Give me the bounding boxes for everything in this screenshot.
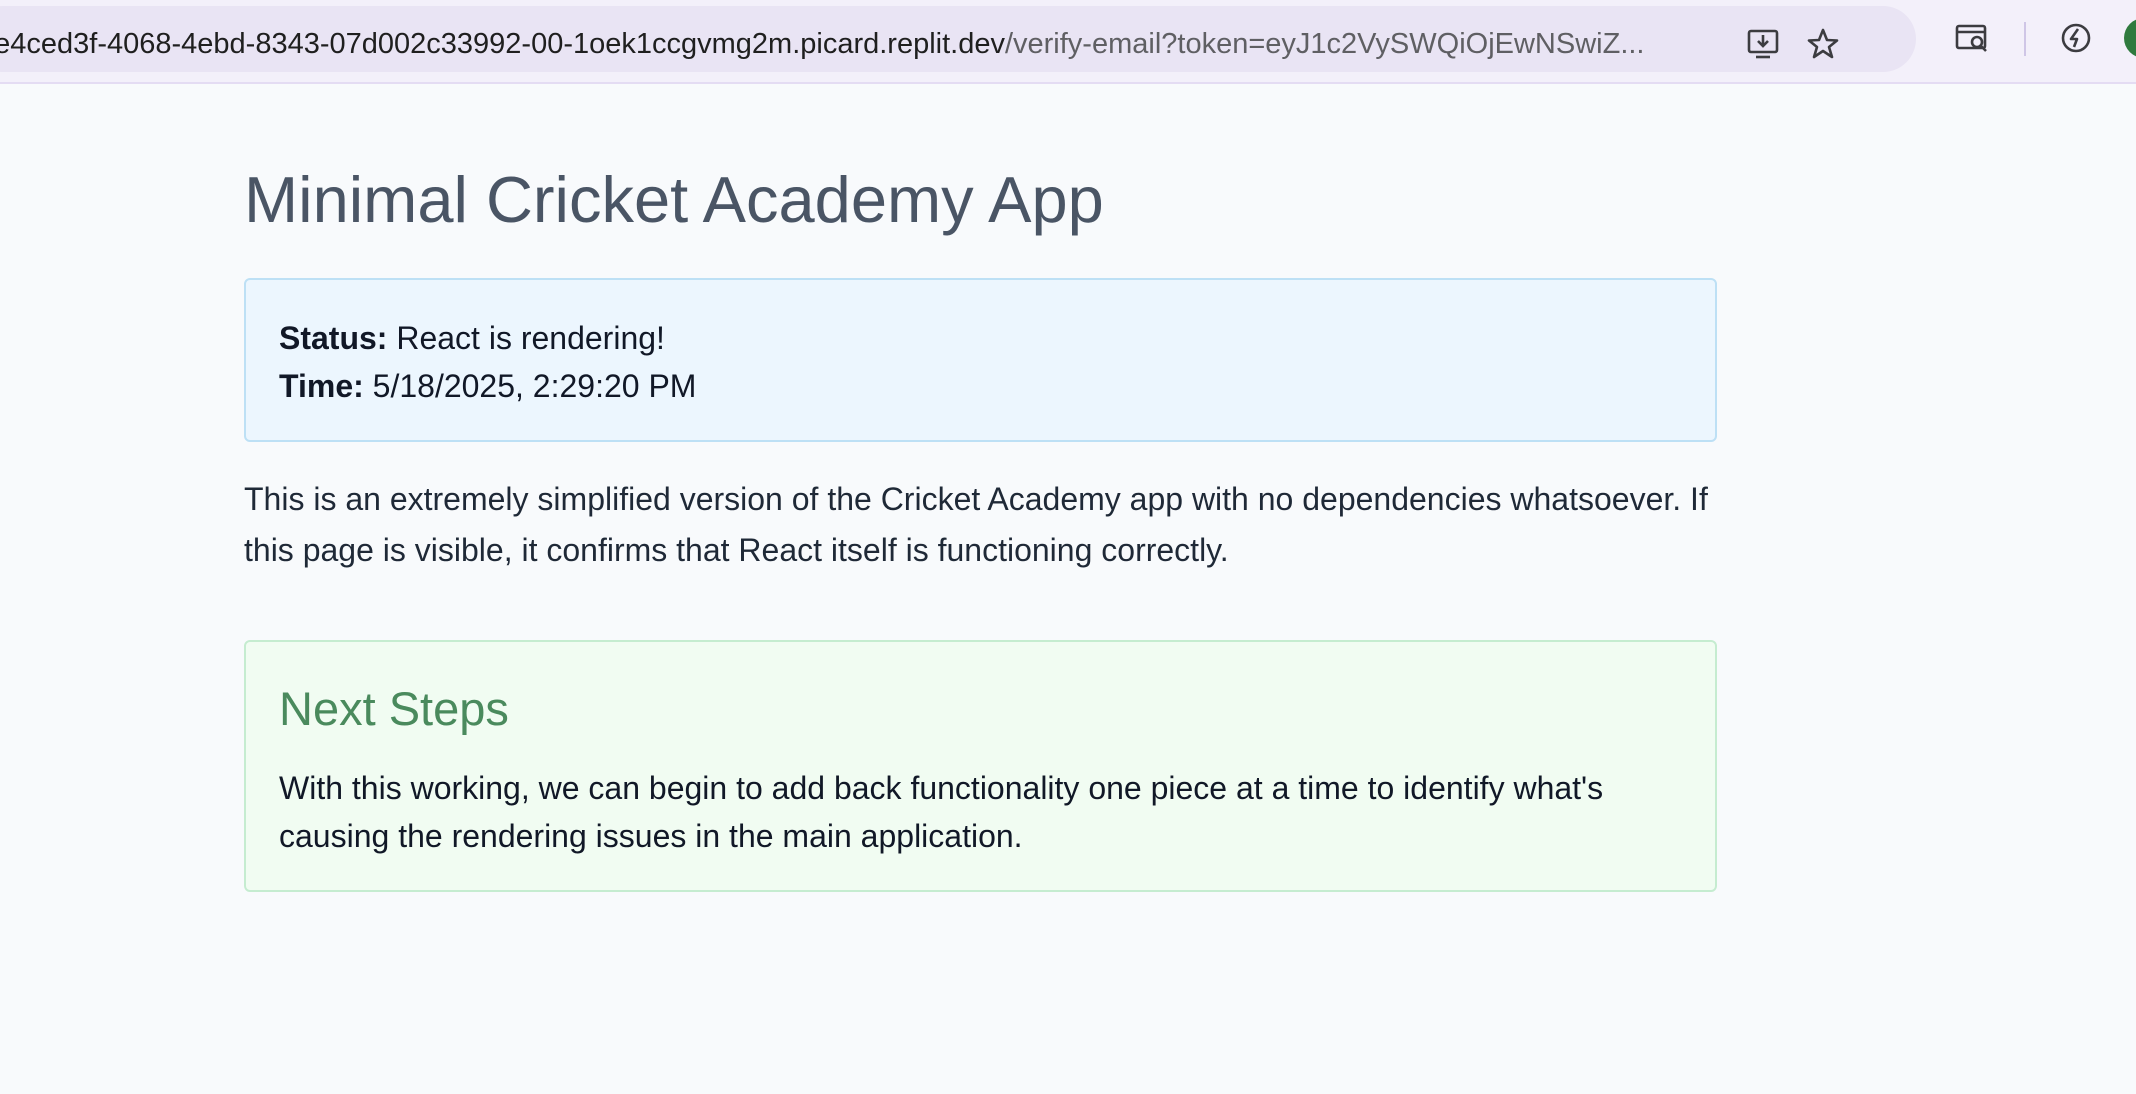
toolbar-divider (2024, 22, 2026, 56)
next-steps-text: With this working, we can begin to add b… (279, 770, 1604, 854)
status-panel: Status: React is rendering! Time: 5/18/2… (244, 278, 1717, 442)
performance-icon[interactable] (2056, 18, 2096, 58)
time-line: Time: 5/18/2025, 2:29:20 PM (279, 366, 696, 406)
time-value: 5/18/2025, 2:29:20 PM (372, 368, 697, 404)
status-value: React is rendering! (396, 320, 665, 356)
status-line: Status: React is rendering! (279, 318, 665, 358)
url-path: /verify-email?token=eyJ1c2VySWQiOjEwNSwi… (1004, 28, 1645, 60)
url-text[interactable]: 6e4ced3f-4068-4ebd-8343-07d002c33992-00-… (0, 24, 1726, 64)
bookmark-star-icon[interactable] (1803, 24, 1843, 64)
url-host: 6e4ced3f-4068-4ebd-8343-07d002c33992-00-… (0, 28, 1005, 60)
next-steps-panel: Next Steps With this working, we can beg… (244, 640, 1717, 892)
profile-avatar[interactable] (2124, 18, 2136, 58)
status-label: Status: (279, 320, 388, 356)
browser-toolbar: 6e4ced3f-4068-4ebd-8343-07d002c33992-00-… (0, 0, 2136, 84)
page-title: Minimal Cricket Academy App (244, 163, 1104, 236)
description-text: This is an extremely simplified version … (244, 481, 1708, 568)
next-steps-heading: Next Steps (279, 682, 509, 735)
time-label: Time: (279, 368, 364, 404)
install-app-icon[interactable] (1743, 24, 1783, 64)
address-bar[interactable]: 6e4ced3f-4068-4ebd-8343-07d002c33992-00-… (0, 6, 1916, 72)
tab-search-icon[interactable] (1952, 18, 1992, 58)
